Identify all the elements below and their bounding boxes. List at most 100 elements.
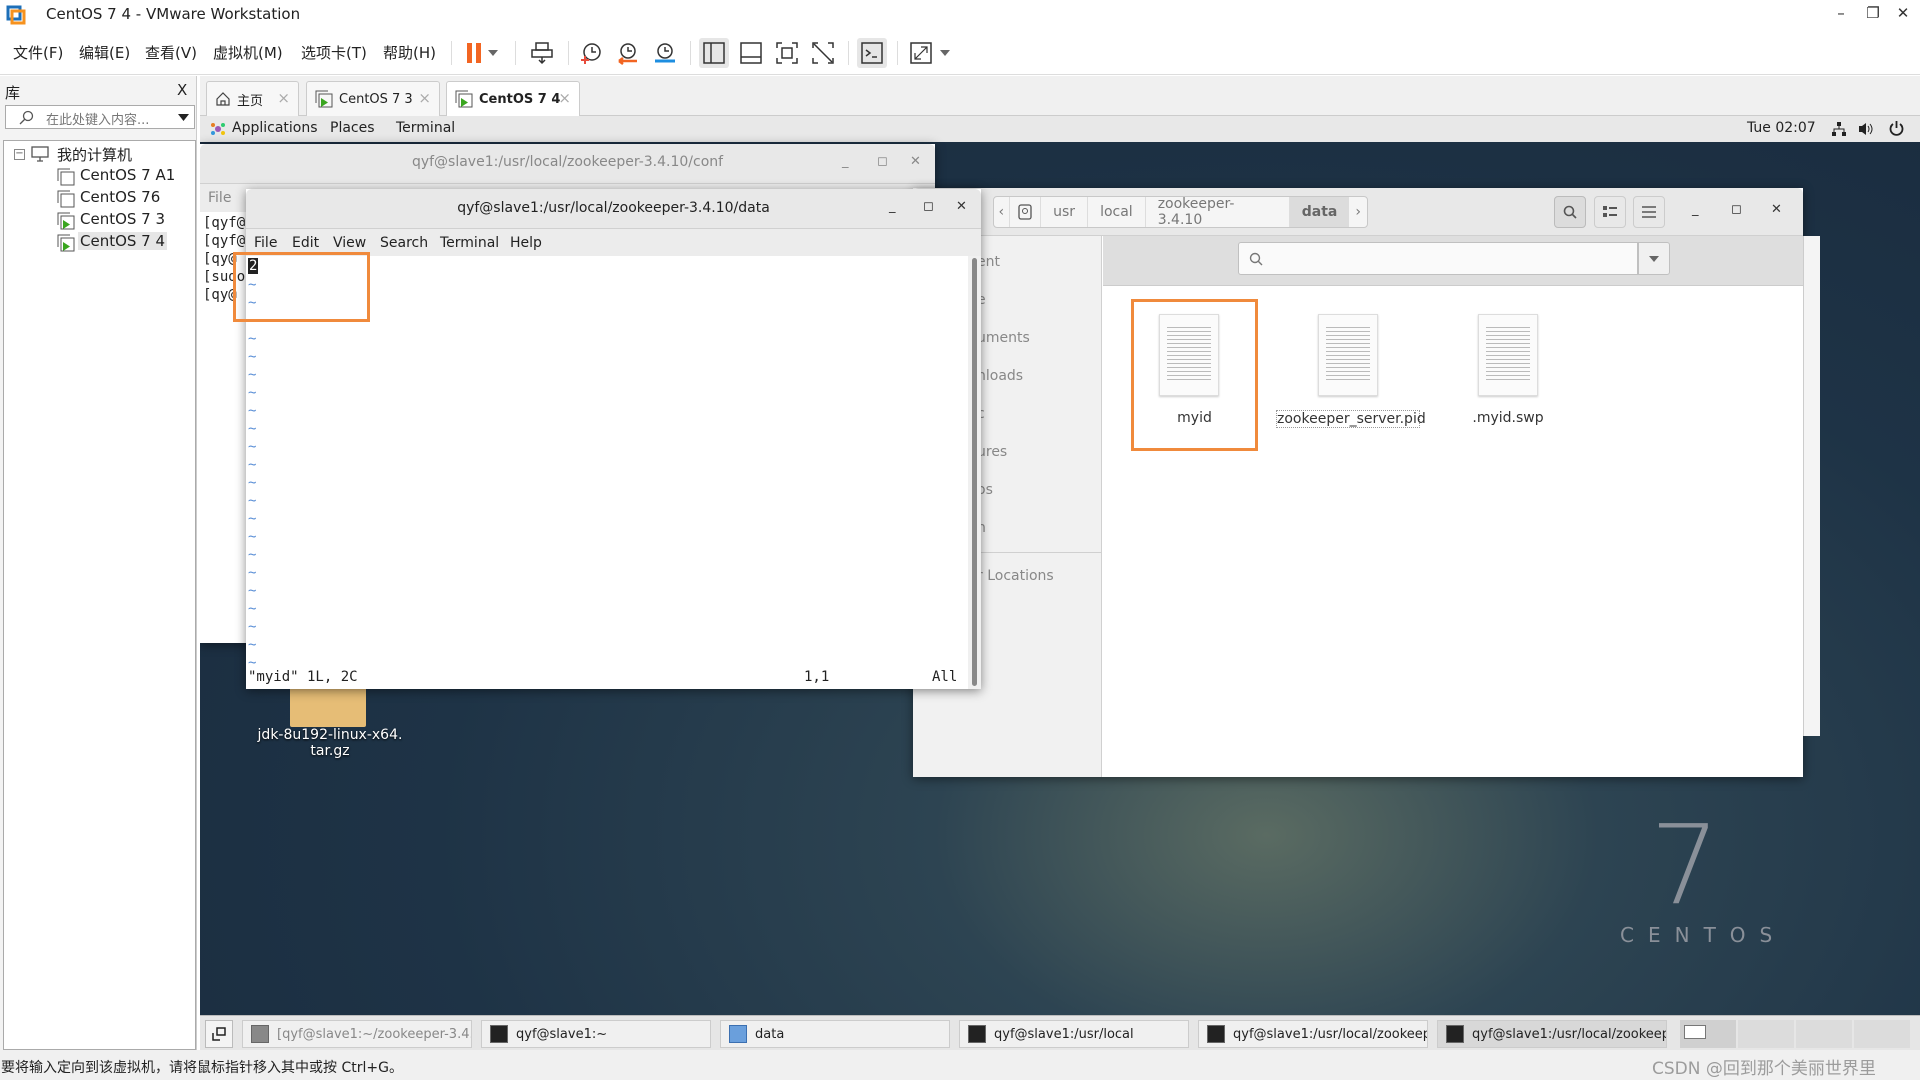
workspace-3[interactable]	[1796, 1020, 1852, 1048]
path-segment[interactable]: zookeeper-3.4.10	[1146, 196, 1290, 228]
menu-search[interactable]: Search	[380, 235, 428, 251]
file-icon-myid[interactable]	[1159, 314, 1219, 396]
taskbar-item[interactable]: qyf@slave1:~	[481, 1020, 711, 1048]
file-manager-headerbar[interactable]: ‹ usr local zookeeper-3.4.10 data › _ ◻ …	[913, 188, 1803, 236]
places-menu[interactable]: Places	[330, 120, 375, 136]
network-icon[interactable]	[1831, 121, 1847, 137]
other-locations-item[interactable]: r Locations	[977, 568, 1054, 584]
path-forward-arrow-icon[interactable]: ›	[1349, 197, 1367, 227]
menu-button[interactable]	[1633, 196, 1665, 228]
library-close-button[interactable]: X	[177, 81, 187, 99]
workspace-1[interactable]	[1680, 1020, 1736, 1048]
tree-root-my-computer[interactable]: 我的计算机	[57, 144, 132, 165]
close-button[interactable]: ✕	[910, 154, 921, 169]
menu-terminal[interactable]: Terminal	[440, 235, 499, 251]
volume-icon[interactable]	[1858, 121, 1874, 137]
minimize-button[interactable]: _	[889, 199, 896, 214]
maximize-button[interactable]: ◻	[877, 154, 888, 169]
path-root-button[interactable]	[1010, 197, 1042, 227]
taskbar-item-active[interactable]: qyf@slave1:/usr/local/zookeep...	[1437, 1020, 1667, 1048]
terminal-titlebar[interactable]: qyf@slave1:/usr/local/zookeeper-3.4.10/c…	[200, 144, 935, 184]
search-toggle-button[interactable]	[1554, 196, 1586, 228]
take-snapshot-button[interactable]	[576, 38, 606, 68]
menu-view[interactable]: View	[333, 235, 366, 251]
search-input[interactable]	[1238, 242, 1638, 275]
tab-close-icon[interactable]: ×	[277, 89, 290, 107]
file-name[interactable]: .myid.swp	[1448, 410, 1568, 426]
full-screen-button[interactable]	[772, 38, 802, 68]
revert-snapshot-button[interactable]	[613, 38, 643, 68]
menu-vm[interactable]: 虚拟机(M)	[213, 42, 283, 63]
file-name[interactable]: myid	[1131, 410, 1258, 426]
tab-centos-7-3[interactable]: CentOS 7 3 ×	[306, 81, 440, 116]
desktop-icon-label[interactable]: jdk-8u192-linux-x64. tar.gz	[250, 727, 410, 759]
close-button[interactable]: ✕	[1771, 202, 1782, 217]
menu-tabs[interactable]: 选项卡(T)	[301, 42, 367, 63]
path-back-arrow-icon[interactable]: ‹	[994, 197, 1010, 227]
path-segment[interactable]: local	[1088, 197, 1146, 227]
taskbar-item[interactable]: [qyf@slave1:~/zookeeper-3.4....	[242, 1020, 472, 1048]
pause-dropdown[interactable]	[484, 38, 502, 68]
restore-button[interactable]: ❐	[1858, 4, 1888, 22]
file-name[interactable]: zookeeper_server.pid	[1276, 410, 1426, 428]
show-library-button[interactable]	[699, 38, 729, 68]
minimize-button[interactable]: _	[842, 154, 849, 169]
taskbar-item[interactable]: qyf@slave1:/usr/local/zookeep...	[1198, 1020, 1428, 1048]
guest-screen[interactable]: Applications Places Terminal Tue 02:07 j…	[200, 116, 1920, 1015]
path-segment-current[interactable]: data	[1289, 197, 1350, 227]
menu-edit[interactable]: Edit	[292, 235, 319, 251]
menu-file[interactable]: 文件(F)	[13, 42, 63, 63]
unity-button[interactable]	[808, 38, 838, 68]
send-ctrl-alt-del-button[interactable]	[527, 38, 557, 68]
stretch-button[interactable]	[906, 38, 936, 68]
workspace-2[interactable]	[1738, 1020, 1794, 1048]
maximize-button[interactable]: ◻	[1731, 202, 1742, 217]
show-desktop-button[interactable]	[205, 1020, 233, 1048]
stretch-dropdown[interactable]	[936, 38, 954, 68]
clock[interactable]: Tue 02:07	[1747, 120, 1816, 136]
menu-help[interactable]: Help	[510, 235, 542, 251]
terminal-titlebar[interactable]: qyf@slave1:/usr/local/zookeeper-3.4.10/d…	[246, 189, 981, 229]
power-icon[interactable]	[1888, 120, 1905, 137]
tab-home[interactable]: 主页 ×	[206, 81, 299, 116]
workspace-switcher[interactable]	[1680, 1020, 1910, 1048]
path-bar: ‹ usr local zookeeper-3.4.10 data ›	[993, 196, 1368, 228]
search-options-dropdown[interactable]	[1638, 242, 1670, 275]
path-segment[interactable]: usr	[1041, 197, 1089, 227]
collapse-toggle[interactable]: −	[14, 149, 25, 160]
terminal-menu[interactable]: Terminal	[396, 120, 455, 136]
places-item[interactable]: uments	[977, 330, 1030, 346]
console-view-button[interactable]	[857, 38, 887, 68]
tab-centos-7-4[interactable]: CentOS 7 4 ×	[446, 81, 580, 116]
show-thumbnail-button[interactable]	[736, 38, 766, 68]
file-icon-zookeeper-server-pid[interactable]	[1318, 314, 1378, 396]
applications-menu[interactable]: Applications	[232, 120, 318, 136]
maximize-button[interactable]: ◻	[923, 199, 934, 214]
places-item[interactable]: nloads	[977, 368, 1023, 384]
taskbar-item[interactable]: data	[720, 1020, 950, 1048]
menu-file[interactable]: File	[254, 235, 277, 251]
library-search-input[interactable]: 在此处键入内容...	[5, 105, 195, 129]
file-manager-window[interactable]: ‹ usr local zookeeper-3.4.10 data › _ ◻ …	[913, 188, 1803, 777]
scrollbar-thumb[interactable]	[972, 258, 977, 686]
close-button[interactable]: ✕	[956, 199, 967, 214]
view-toggle-button[interactable]	[1594, 196, 1626, 228]
tab-close-icon[interactable]: ×	[558, 89, 571, 107]
taskbar-item[interactable]: qyf@slave1:/usr/local	[959, 1020, 1189, 1048]
minimize-button[interactable]: _	[1692, 202, 1699, 217]
file-icon-myid-swp[interactable]	[1478, 314, 1538, 396]
snapshot-manager-button[interactable]	[650, 38, 680, 68]
scrollbar[interactable]	[968, 256, 981, 689]
places-item[interactable]: ures	[977, 444, 1007, 460]
terminal-window-data[interactable]: qyf@slave1:/usr/local/zookeeper-3.4.10/d…	[233, 189, 981, 689]
menu-view[interactable]: 查看(V)	[145, 42, 197, 63]
menu-file[interactable]: File	[208, 190, 231, 206]
chevron-down-icon[interactable]	[178, 114, 189, 121]
workspace-4[interactable]	[1854, 1020, 1910, 1048]
vim-tilde-line: ~	[248, 421, 257, 437]
close-button[interactable]: ✕	[1888, 4, 1918, 22]
menu-edit[interactable]: 编辑(E)	[79, 42, 130, 63]
tab-close-icon[interactable]: ×	[418, 89, 431, 107]
menu-help[interactable]: 帮助(H)	[383, 42, 436, 63]
minimize-button[interactable]: –	[1826, 4, 1856, 22]
